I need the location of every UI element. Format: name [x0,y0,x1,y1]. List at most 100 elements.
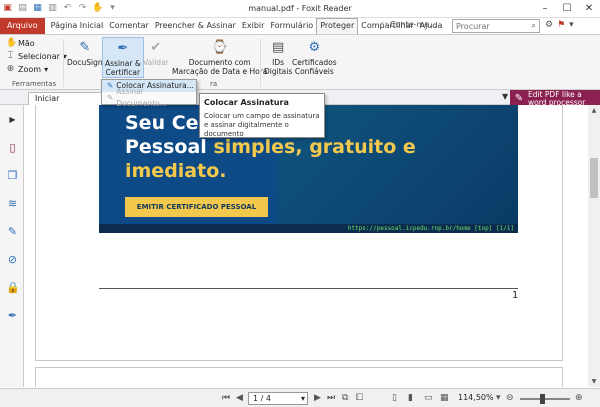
tell-me-box[interactable]: ◌ Conte-me... [380,20,437,29]
tab-preencher-assinar[interactable]: Preencher & Assinar [152,18,239,34]
zoom-level[interactable]: 114,50% [458,393,494,402]
scroll-thumb[interactable] [590,158,598,198]
comments-icon[interactable]: ✎ [6,225,19,239]
tab-list-dropdown-icon[interactable]: ▼ [502,92,508,101]
status-bar: ⏮ ◀ 1 / 4 ▾ ▶ ⏭ ⧉ ⧠ ▯ ▮ ▭ ▦ 114,50% ▾ ⊖ … [0,388,600,407]
tooltip-body: Colocar um campo de assinatura e assinar… [204,112,320,138]
tab-exibir[interactable]: Exibir [239,18,268,34]
search-input[interactable] [456,21,511,31]
collapse-panel-icon[interactable]: ▶ [6,113,19,127]
place-signature-icon: ✎ [107,81,114,90]
timestamp-label-1: Documento com [188,58,251,67]
select-tool-label: Selecionar [18,51,60,61]
close-icon[interactable]: ✕ [578,0,600,17]
sign-certify-label-1: Assinar & [105,59,141,68]
digital-ids-button[interactable]: ▤ IDs Digitais [264,37,292,77]
tab-formulario[interactable]: Formulário [267,18,316,34]
lightbulb-icon: ◌ [380,20,387,29]
validate-label: Validar [143,58,169,67]
scroll-up-icon[interactable]: ▲ [588,107,600,114]
page-footer-rule [99,288,518,289]
minimize-icon[interactable]: – [534,0,556,17]
group-label-tools: Ferramentas [12,80,57,88]
zoom-icon: ⊕ [6,64,15,74]
continuous-view-icon[interactable]: ▮ [408,392,413,404]
zoom-tool[interactable]: ⊕ Zoom ▾ [6,64,48,74]
ribbon-options-icon[interactable]: ▾ [569,20,574,30]
ribbon: ✋ Mão ⌶ Selecionar ▾ ⊕ Zoom ▾ Ferramenta… [0,34,600,90]
validate-button[interactable]: ✔ Validar [143,37,169,68]
scroll-down-icon[interactable]: ▼ [588,378,600,385]
pages-icon[interactable]: ❐ [6,169,19,183]
digital-id-icon: ▤ [271,39,285,55]
foxit-account-icon[interactable]: ⚑ [557,20,565,30]
tooltip: Colocar Assinatura Colocar um campo de a… [199,93,325,138]
window-title: manual.pdf - Foxit Reader [248,4,352,13]
sign-certify-menu: ✎ Colocar Assinatura... ✎ Assinar Docume… [101,79,197,108]
page-number: 1 [512,290,519,301]
next-page-icon[interactable]: ▶ [314,392,321,404]
tab-arquivo[interactable]: Arquivo [0,18,45,34]
digital-ids-label-1: IDs [272,58,285,67]
zoom-out-icon[interactable]: ⊖ [506,392,514,404]
signatures-icon[interactable]: ✒ [6,309,19,323]
first-page-icon[interactable]: ⏮ [222,392,230,404]
certificate-gear-icon: ⚙ [308,39,321,55]
document-clock-icon: ⌚ [211,39,228,55]
zoom-tool-label: Zoom [18,64,42,74]
select-tool[interactable]: ⌶ Selecionar ▾ [6,51,67,61]
layers-icon[interactable]: ≋ [6,197,19,211]
facing-view-icon[interactable]: ▭ [424,392,433,404]
search-options-icon[interactable]: ⚙ [545,20,553,30]
search-tools: ⚙ ⚑ ▾ [545,20,574,30]
tab-comentar[interactable]: Comentar [106,18,152,34]
zoom-slider[interactable] [520,398,570,400]
copy-icon[interactable]: ⧉ [342,392,348,404]
continuous-facing-view-icon[interactable]: ▦ [440,392,449,404]
separator [260,39,261,87]
bookmarks-icon[interactable]: ▯ [6,141,19,155]
trusted-certs-label-2: Confiáveis [294,67,334,76]
tab-iniciar[interactable]: Iniciar [28,92,108,105]
page-indicator: 1 / 4 [253,394,271,403]
window-controls: – ☐ ✕ [534,0,600,17]
security-lock-icon[interactable]: 🔒 [6,281,20,295]
previous-page-icon[interactable]: ◀ [236,392,243,404]
menu-item-sign-document[interactable]: ✎ Assinar Documento... [102,87,196,108]
trusted-certificates-button[interactable]: ⚙ Certificados Confiáveis [292,37,337,77]
docusign-icon: ✎ [79,39,91,55]
menu-item-label: Assinar Documento... [116,87,167,108]
last-page-icon[interactable]: ⏭ [327,392,335,404]
sign-certify-label-2: Certificar [105,68,141,77]
pen-certificate-icon: ✒ [117,40,129,56]
search-box[interactable]: ⌕ [452,19,540,33]
page-number-field[interactable]: 1 / 4 ▾ [248,392,308,405]
timestamp-button[interactable]: ⌚ Documento com Marcação de Data e Hora [172,37,268,77]
chevron-down-icon: ▾ [44,64,49,74]
sign-certify-button[interactable]: ✒ Assinar & Certificar [102,37,144,78]
hand-tool-icon: ✋ [6,38,18,48]
timestamp-label-2: Marcação de Data e Hora [172,67,268,76]
navigation-panel: ▶ ▯ ❐ ≋ ✎ ⊘ 🔒 ✒ [0,105,24,387]
zoom-slider-handle[interactable] [540,394,545,404]
single-page-view-icon[interactable]: ▯ [392,392,397,404]
tab-proteger[interactable]: Proteger [316,18,359,34]
cursor-icon: ⌶ [7,51,14,61]
maximize-icon[interactable]: ☐ [556,0,578,17]
chevron-down-icon: ▾ [300,394,305,403]
vertical-scrollbar[interactable]: ▲ ▼ [588,105,600,387]
tooltip-title: Colocar Assinatura [204,98,289,107]
paste-icon[interactable]: ⧠ [356,392,363,404]
group-label-protect-tail: ra [210,80,218,88]
docusign-button[interactable]: ✎ DocuSign [67,37,103,68]
tab-pagina-inicial[interactable]: Página Inicial [48,18,107,34]
zoom-in-icon[interactable]: ⊕ [575,392,583,404]
separator [63,39,64,87]
hand-tool[interactable]: ✋ Mão [6,38,35,48]
search-icon[interactable]: ⌕ [532,20,539,32]
zoom-dropdown-icon[interactable]: ▾ [496,392,501,404]
pdf-page-next [35,367,563,387]
trusted-certs-label-1: Certificados [292,58,337,67]
attachments-icon[interactable]: ⊘ [6,253,19,267]
tell-me-label: Conte-me... [389,20,437,29]
